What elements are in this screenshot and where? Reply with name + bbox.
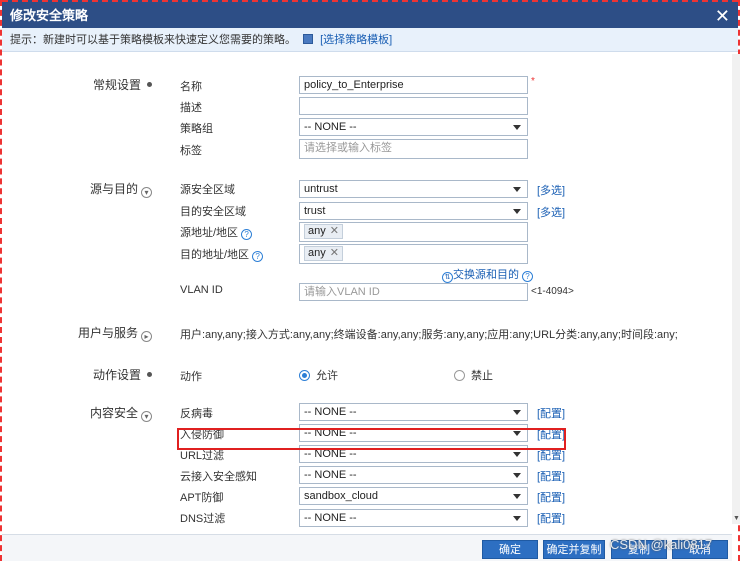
ok-copy-button[interactable]: 确定并复制: [543, 540, 605, 559]
permit-radio[interactable]: 允许: [299, 367, 338, 383]
group-label: 策略组: [180, 123, 213, 135]
src-addr-tag: any ✕: [304, 224, 343, 239]
scroll-down-icon[interactable]: ▼: [733, 515, 740, 522]
src-addr-input[interactable]: any ✕: [299, 222, 528, 242]
form-content: 常规设置 名称 policy_to_Enterprise * 描述 策略组 --…: [2, 54, 732, 534]
content-row-label: APT防御: [180, 492, 224, 504]
src-zone-label: 源安全区域: [180, 184, 235, 196]
desc-input[interactable]: [299, 97, 528, 115]
swap-icon: ⇅: [442, 272, 453, 283]
group-select[interactable]: -- NONE --: [299, 118, 528, 136]
action-label: 动作: [180, 371, 202, 383]
remove-tag-icon[interactable]: ✕: [330, 247, 339, 259]
section-content-label: 内容安全: [89, 406, 138, 420]
radio-unselected-icon: [454, 370, 465, 381]
dst-addr-label: 目的地址/地区?: [180, 246, 264, 262]
tag-input[interactable]: 请选择或输入标签: [299, 139, 528, 159]
cloud-access-config-link[interactable]: [配置]: [537, 468, 565, 484]
section-src-dst[interactable]: 源与目的 ▾: [32, 180, 152, 198]
src-zone-multi-link[interactable]: [多选]: [537, 182, 565, 198]
dialog-title: 修改安全策略: [10, 8, 89, 23]
dst-addr-tag-text: any: [308, 247, 326, 259]
dst-addr-tag: any ✕: [304, 246, 343, 261]
src-addr-label: 源地址/地区?: [180, 224, 253, 240]
content-row-label: 云接入安全感知: [180, 471, 257, 483]
name-input[interactable]: policy_to_Enterprise: [299, 76, 528, 94]
help-icon[interactable]: ?: [252, 251, 264, 262]
bullet-icon: [147, 372, 152, 377]
tip-bar: 提示：新建时可以基于策略模板来快速定义您需要的策略。 [选择策略模板]: [2, 28, 738, 52]
help-icon[interactable]: ?: [522, 271, 533, 282]
section-content-security[interactable]: 内容安全 ▾: [32, 404, 152, 422]
section-general: 常规设置: [32, 76, 152, 93]
dst-zone-label: 目的安全区域: [180, 206, 246, 218]
dns-filter-config-link[interactable]: [配置]: [537, 510, 565, 526]
swap-src-dst-link[interactable]: ⇅ 交换源和目的?: [442, 266, 533, 283]
tip-text: 提示：新建时可以基于策略模板来快速定义您需要的策略。: [10, 34, 296, 46]
vertical-scrollbar[interactable]: ▼: [732, 54, 740, 524]
tag-label: 标签: [180, 145, 202, 157]
dialog-titlebar: 修改安全策略 ✕: [2, 0, 738, 28]
dst-addr-input[interactable]: any ✕: [299, 244, 528, 264]
section-user-service[interactable]: 用户与服务 ▸: [32, 324, 152, 342]
dst-zone-select[interactable]: trust: [299, 202, 528, 220]
vlan-label: VLAN ID: [180, 284, 223, 296]
required-mark: *: [531, 76, 535, 87]
deny-radio[interactable]: 禁止: [454, 367, 493, 383]
dst-addr-label-text: 目的地址/地区: [180, 249, 250, 261]
section-src-dst-label: 源与目的: [89, 182, 138, 196]
close-icon[interactable]: ✕: [715, 2, 730, 30]
template-icon: [303, 34, 314, 44]
user-service-summary: 用户:any,any;接入方式:any,any;终端设备:any,any;服务:…: [180, 329, 678, 341]
apt-select[interactable]: sandbox_cloud: [299, 487, 528, 505]
dst-zone-multi-link[interactable]: [多选]: [537, 204, 565, 220]
cloud-access-select[interactable]: -- NONE --: [299, 466, 528, 484]
antivirus-select[interactable]: -- NONE --: [299, 403, 528, 421]
deny-label: 禁止: [471, 370, 493, 382]
content-row-label: 反病毒: [180, 408, 213, 420]
expand-icon[interactable]: ▸: [141, 331, 152, 342]
permit-label: 允许: [316, 370, 338, 382]
help-icon[interactable]: ?: [241, 229, 253, 240]
radio-selected-icon: [299, 370, 310, 381]
collapse-icon[interactable]: ▾: [141, 411, 152, 422]
apt-config-link[interactable]: [配置]: [537, 489, 565, 505]
collapse-icon[interactable]: ▾: [141, 187, 152, 198]
vlan-range-hint: <1-4094>: [531, 286, 574, 297]
name-label: 名称: [180, 81, 202, 93]
content-row-label: DNS过滤: [180, 513, 226, 525]
antivirus-config-link[interactable]: [配置]: [537, 405, 565, 421]
section-action-label: 动作设置: [92, 368, 141, 382]
ok-button[interactable]: 确定: [482, 540, 538, 559]
section-action: 动作设置: [32, 366, 152, 383]
src-addr-tag-text: any: [308, 225, 326, 237]
section-general-label: 常规设置: [92, 78, 141, 92]
remove-tag-icon[interactable]: ✕: [330, 225, 339, 237]
select-template-link[interactable]: [选择策略模板]: [320, 34, 392, 46]
bullet-icon: [147, 82, 152, 87]
swap-label: 交换源和目的: [453, 269, 519, 281]
src-zone-select[interactable]: untrust: [299, 180, 528, 198]
section-user-service-label: 用户与服务: [77, 326, 138, 340]
watermark: CSDN @kali0817: [610, 537, 713, 552]
vlan-input[interactable]: 请输入VLAN ID: [299, 283, 528, 301]
apt-highlight-box: [177, 428, 566, 450]
src-addr-label-text: 源地址/地区: [180, 227, 239, 239]
dns-filter-select[interactable]: -- NONE --: [299, 509, 528, 527]
desc-label: 描述: [180, 102, 202, 114]
